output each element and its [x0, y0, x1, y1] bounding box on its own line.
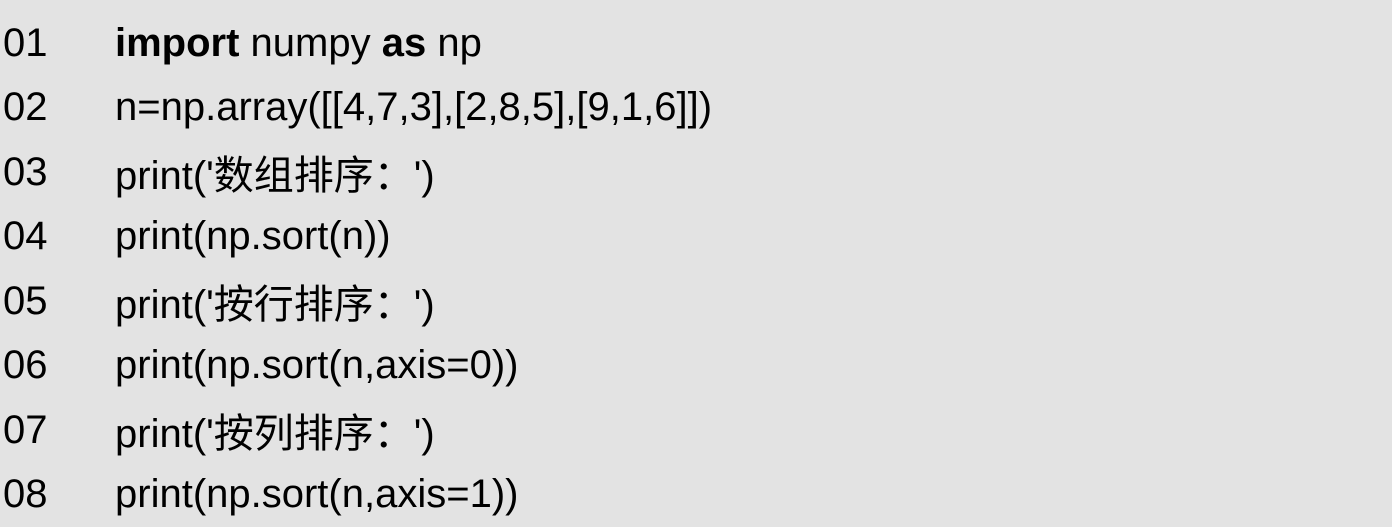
line-number: 06: [0, 343, 115, 388]
code-token: numpy: [239, 21, 381, 65]
line-number: 04: [0, 214, 115, 259]
line-number: 07: [0, 408, 115, 453]
code-line: 04 print(np.sort(n)): [0, 205, 1392, 270]
code-text: print('按行排序：'): [115, 272, 435, 330]
code-line: 05 print('按行排序：'): [0, 269, 1392, 334]
code-text: import numpy as np: [115, 21, 482, 66]
code-line: 07 print('按列排序：'): [0, 398, 1392, 463]
code-line: 02 n=np.array([[4,7,3],[2,8,5],[9,1,6]]): [0, 76, 1392, 141]
code-line: 08 print(np.sort(n,axis=1)): [0, 463, 1392, 527]
keyword-import: import: [115, 21, 239, 65]
code-text: print(np.sort(n,axis=1)): [115, 472, 518, 517]
code-listing: 01 import numpy as np 02 n=np.array([[4,…: [0, 0, 1392, 508]
line-number: 02: [0, 85, 115, 130]
code-text: print(np.sort(n)): [115, 214, 391, 259]
keyword-as: as: [382, 21, 427, 65]
code-text: n=np.array([[4,7,3],[2,8,5],[9,1,6]]): [115, 85, 712, 130]
code-line: 03 print('数组排序：'): [0, 140, 1392, 205]
line-number: 08: [0, 472, 115, 517]
code-text: print('按列排序：'): [115, 401, 435, 459]
code-line: 01 import numpy as np: [0, 11, 1392, 76]
line-number: 05: [0, 279, 115, 324]
code-token: np: [426, 21, 482, 65]
code-text: print('数组排序：'): [115, 143, 435, 201]
line-number: 03: [0, 150, 115, 195]
code-line: 06 print(np.sort(n,axis=0)): [0, 334, 1392, 399]
line-number: 01: [0, 21, 115, 66]
code-text: print(np.sort(n,axis=0)): [115, 343, 518, 388]
